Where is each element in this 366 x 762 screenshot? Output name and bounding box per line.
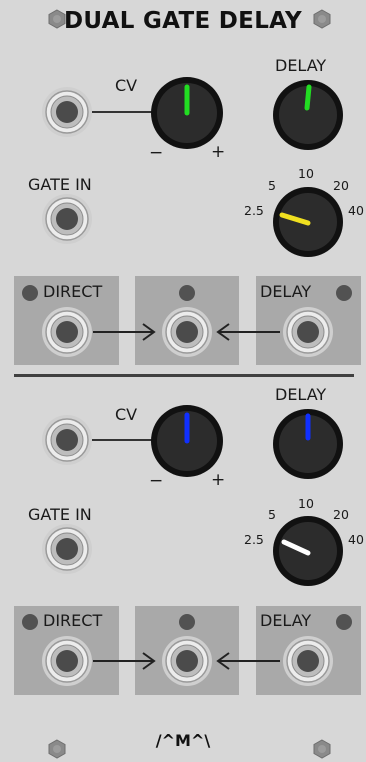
- delay-knob-label: DELAY: [275, 56, 327, 75]
- brand-logo: /^M^\: [155, 731, 211, 750]
- plus-label: +: [211, 470, 226, 490]
- module-title: DUAL GATE DELAY: [63, 8, 303, 34]
- cv-label: CV: [115, 405, 138, 424]
- delay-range-knob[interactable]: [272, 515, 344, 587]
- cv-input-jack[interactable]: [41, 86, 93, 138]
- range-tick-40: 40: [348, 203, 364, 218]
- mix-output-jack[interactable]: [161, 635, 213, 687]
- delay-range-knob[interactable]: [272, 186, 344, 258]
- gate-in-label: GATE IN: [28, 175, 92, 194]
- range-tick-10: 10: [298, 166, 314, 181]
- direct-label: DIRECT: [43, 282, 103, 301]
- delay-led: [336, 285, 352, 301]
- direct-led: [22, 614, 38, 630]
- cv-amount-knob[interactable]: [150, 76, 224, 150]
- gate-in-label: GATE IN: [28, 505, 92, 524]
- range-tick-2-5: 2.5: [244, 203, 264, 218]
- gate-in-jack[interactable]: [41, 523, 93, 575]
- delay-output-jack[interactable]: [282, 306, 334, 358]
- delay-knob[interactable]: [272, 408, 344, 480]
- delay-output-label: DELAY: [260, 282, 312, 301]
- gate-in-jack[interactable]: [41, 193, 93, 245]
- range-tick-10: 10: [298, 496, 314, 511]
- mix-led: [179, 614, 195, 630]
- range-tick-40: 40: [348, 532, 364, 547]
- direct-led: [22, 285, 38, 301]
- direct-output-jack[interactable]: [41, 306, 93, 358]
- delay-knob[interactable]: [272, 79, 344, 151]
- cv-input-jack[interactable]: [41, 414, 93, 466]
- delay-output-label: DELAY: [260, 611, 312, 630]
- delay-knob-label: DELAY: [275, 385, 327, 404]
- minus-label: −: [149, 143, 164, 163]
- mix-led: [179, 285, 195, 301]
- section-divider: [14, 374, 354, 377]
- module-panel: DUAL GATE DELAY CV DELAY − + GATE IN 5 1…: [0, 0, 366, 762]
- range-tick-2-5: 2.5: [244, 532, 264, 547]
- delay-led: [336, 614, 352, 630]
- delay-output-jack[interactable]: [282, 635, 334, 687]
- plus-label: +: [211, 142, 226, 162]
- mix-output-jack[interactable]: [161, 306, 213, 358]
- cv-amount-knob[interactable]: [150, 404, 224, 478]
- direct-output-jack[interactable]: [41, 635, 93, 687]
- direct-label: DIRECT: [43, 611, 103, 630]
- minus-label: −: [149, 471, 164, 491]
- cv-label: CV: [115, 76, 138, 95]
